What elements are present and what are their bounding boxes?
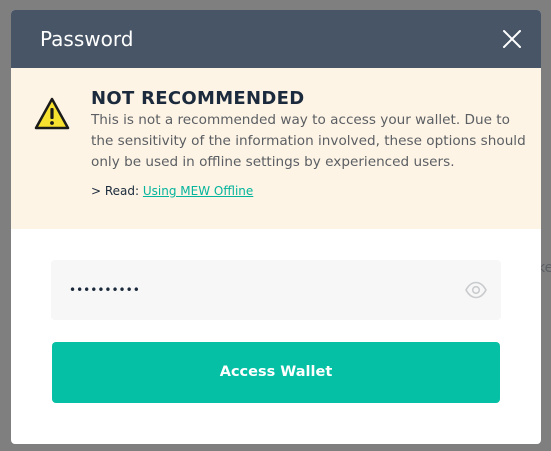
modal-header: Password xyxy=(11,10,541,68)
close-button[interactable] xyxy=(497,24,527,54)
warning-box: NOT RECOMMENDED This is not a recommende… xyxy=(11,68,541,229)
access-wallet-button[interactable]: Access Wallet xyxy=(52,342,500,403)
password-field[interactable] xyxy=(51,260,501,320)
password-modal: Password NOT RECOMMENDED This is not a r… xyxy=(11,10,541,444)
read-more: > Read: Using MEW Offline xyxy=(91,182,253,200)
warning-text: This is not a recommended way to access … xyxy=(91,112,526,170)
warning-title: NOT RECOMMENDED xyxy=(91,88,305,109)
read-prefix: > Read: xyxy=(91,184,143,198)
eye-icon xyxy=(465,281,487,299)
close-icon xyxy=(503,30,521,48)
mew-offline-link[interactable]: Using MEW Offline xyxy=(143,184,253,198)
password-input[interactable] xyxy=(69,260,449,320)
show-password-button[interactable] xyxy=(464,279,488,301)
warning-triangle-icon xyxy=(34,97,70,130)
modal-title: Password xyxy=(40,27,134,51)
